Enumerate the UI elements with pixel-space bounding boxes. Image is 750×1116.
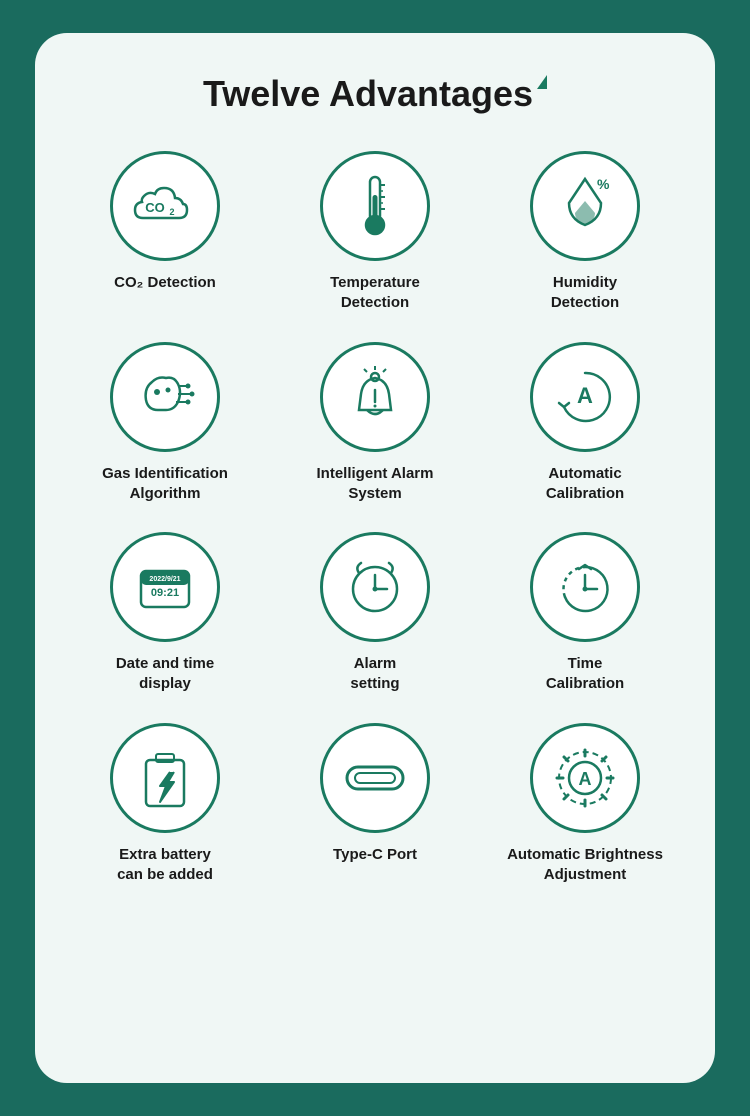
- battery-icon-circle: [110, 723, 220, 833]
- item-co2: CO 2 CO₂ Detection: [65, 151, 265, 314]
- typec-icon: [341, 753, 409, 803]
- battery-label: Extra batterycan be added: [117, 845, 213, 886]
- advantages-grid: CO 2 CO₂ Detection: [65, 151, 685, 885]
- svg-text:09:21: 09:21: [151, 587, 179, 599]
- co2-icon: CO 2: [129, 176, 201, 236]
- svg-text:CO: CO: [145, 200, 165, 215]
- time-cal-icon: [551, 553, 619, 621]
- item-datetime: 2022/9/21 09:21 Date and timedisplay: [65, 532, 265, 695]
- item-alarm-setting: Alarmsetting: [275, 532, 475, 695]
- humidity-label: HumidityDetection: [551, 273, 619, 314]
- alarm-setting-icon-circle: [320, 532, 430, 642]
- co2-icon-circle: CO 2: [110, 151, 220, 261]
- gas-label: Gas IdentificationAlgorithm: [102, 464, 228, 505]
- humidity-icon-circle: %: [530, 151, 640, 261]
- title-decoration: [537, 75, 547, 89]
- title-section: Twelve Advantages: [203, 73, 547, 115]
- time-cal-label: TimeCalibration: [546, 654, 624, 695]
- temperature-icon-circle: [320, 151, 430, 261]
- item-auto-cal: A AutomaticCalibration: [485, 342, 685, 505]
- item-brightness: A Automatic BrightnessAdjustment: [485, 723, 685, 886]
- battery-icon: [138, 744, 193, 812]
- temperature-icon: [350, 171, 400, 241]
- svg-text:A: A: [577, 383, 593, 408]
- auto-cal-icon: A: [551, 363, 619, 431]
- item-gas: Gas IdentificationAlgorithm: [65, 342, 265, 505]
- datetime-label: Date and timedisplay: [116, 654, 214, 695]
- main-card: Twelve Advantages CO 2 CO₂ Detection: [35, 33, 715, 1083]
- item-humidity: % HumidityDetection: [485, 151, 685, 314]
- svg-text:2022/9/21: 2022/9/21: [149, 576, 180, 583]
- datetime-icon-circle: 2022/9/21 09:21: [110, 532, 220, 642]
- brightness-icon: A: [551, 744, 619, 812]
- svg-text:%: %: [597, 176, 610, 192]
- svg-text:A: A: [579, 769, 592, 789]
- typec-icon-circle: [320, 723, 430, 833]
- item-battery: Extra batterycan be added: [65, 723, 265, 886]
- page-title: Twelve Advantages: [203, 73, 533, 115]
- alarm-setting-icon: [341, 553, 409, 621]
- brightness-icon-circle: A: [530, 723, 640, 833]
- brightness-label: Automatic BrightnessAdjustment: [507, 845, 663, 886]
- alarm-icon-circle: [320, 342, 430, 452]
- auto-cal-label: AutomaticCalibration: [546, 464, 624, 505]
- humidity-icon: %: [555, 171, 615, 241]
- svg-text:2: 2: [169, 207, 174, 217]
- time-cal-icon-circle: [530, 532, 640, 642]
- gas-icon: [130, 362, 200, 432]
- alarm-setting-label: Alarmsetting: [350, 654, 399, 695]
- item-typec: Type-C Port: [275, 723, 475, 886]
- typec-label: Type-C Port: [333, 845, 417, 865]
- datetime-icon: 2022/9/21 09:21: [131, 553, 199, 621]
- alarm-icon: [343, 364, 408, 429]
- gas-icon-circle: [110, 342, 220, 452]
- co2-label: CO₂ Detection: [114, 273, 216, 293]
- item-alarm: Intelligent AlarmSystem: [275, 342, 475, 505]
- temperature-label: TemperatureDetection: [330, 273, 420, 314]
- item-time-cal: TimeCalibration: [485, 532, 685, 695]
- item-temperature: TemperatureDetection: [275, 151, 475, 314]
- alarm-label: Intelligent AlarmSystem: [317, 464, 434, 505]
- auto-cal-icon-circle: A: [530, 342, 640, 452]
